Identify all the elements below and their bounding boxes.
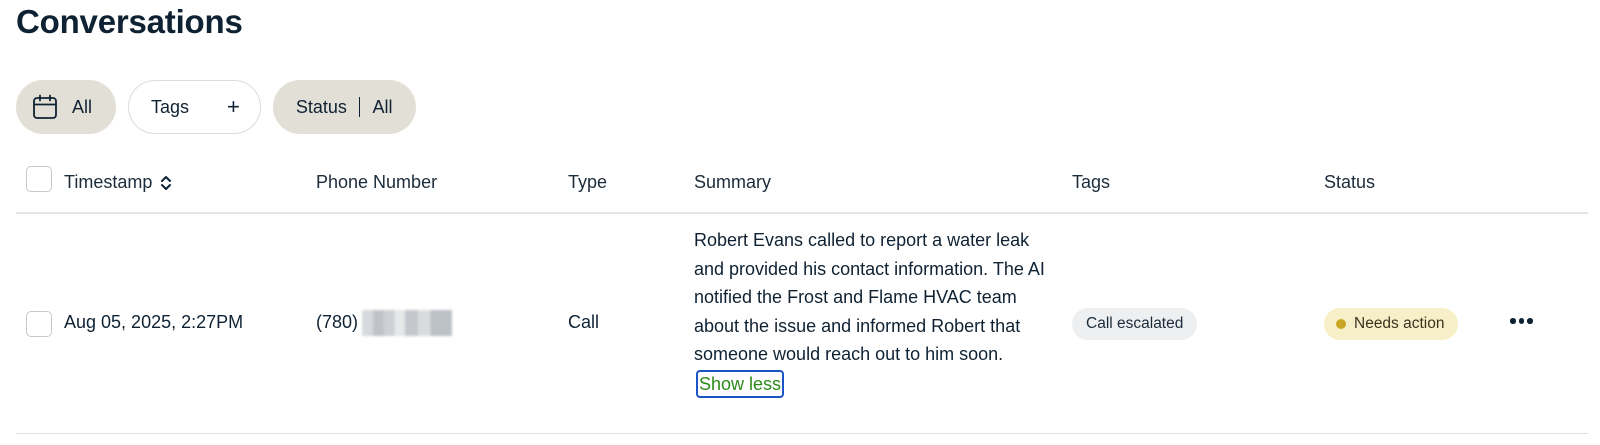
status-dot-icon: [1336, 319, 1346, 329]
tags-filter-chip[interactable]: Tags +: [128, 80, 261, 134]
table-header: Timestamp Phone Number Type Summary Tags…: [16, 158, 1588, 214]
column-header-status: Status: [1324, 172, 1376, 192]
status-filter-label: Status: [295, 96, 347, 117]
plus-icon: +: [227, 94, 240, 119]
date-filter-chip[interactable]: All: [16, 80, 117, 134]
column-header-tags: Tags: [1072, 172, 1111, 192]
column-header-timestamp[interactable]: Timestamp: [64, 172, 172, 193]
tag-badge: Call escalated: [1072, 308, 1198, 340]
row-summary: Robert Evans called to report a water le…: [694, 226, 1054, 399]
calendar-icon: [32, 94, 58, 120]
select-all-checkbox[interactable]: [26, 166, 52, 192]
row-checkbox[interactable]: [26, 311, 52, 337]
date-filter-label: All: [72, 96, 93, 117]
column-header-phone: Phone Number: [316, 172, 438, 192]
row-summary-text: Robert Evans called to report a water le…: [694, 230, 1045, 365]
status-badge-label: Needs action: [1354, 315, 1445, 332]
row-phone-prefix: (780): [316, 311, 359, 332]
more-horizontal-icon[interactable]: [1506, 312, 1537, 330]
row-type: Call: [568, 312, 600, 332]
column-header-summary: Summary: [694, 172, 772, 192]
status-badge: Needs action: [1324, 308, 1459, 340]
table-row[interactable]: Aug 05, 2025, 2:27PM (780) Call Robert E…: [16, 214, 1588, 434]
status-filter-chip[interactable]: Status All: [272, 80, 417, 134]
conversations-table: Timestamp Phone Number Type Summary Tags…: [16, 158, 1588, 434]
status-filter-divider: [358, 97, 361, 117]
filter-bar: All Tags + Status All: [16, 80, 417, 134]
tags-filter-label: Tags: [151, 96, 190, 117]
show-less-link[interactable]: Show less: [696, 369, 785, 398]
column-header-timestamp-label: Timestamp: [64, 172, 153, 192]
row-timestamp: Aug 05, 2025, 2:27PM: [64, 312, 244, 332]
page-title: Conversations: [16, 3, 243, 40]
status-filter-value: All: [372, 96, 393, 117]
sort-icon[interactable]: [160, 173, 172, 193]
redacted-phone-digits: [362, 310, 453, 336]
column-header-type: Type: [568, 172, 608, 192]
row-phone: (780): [316, 310, 453, 336]
